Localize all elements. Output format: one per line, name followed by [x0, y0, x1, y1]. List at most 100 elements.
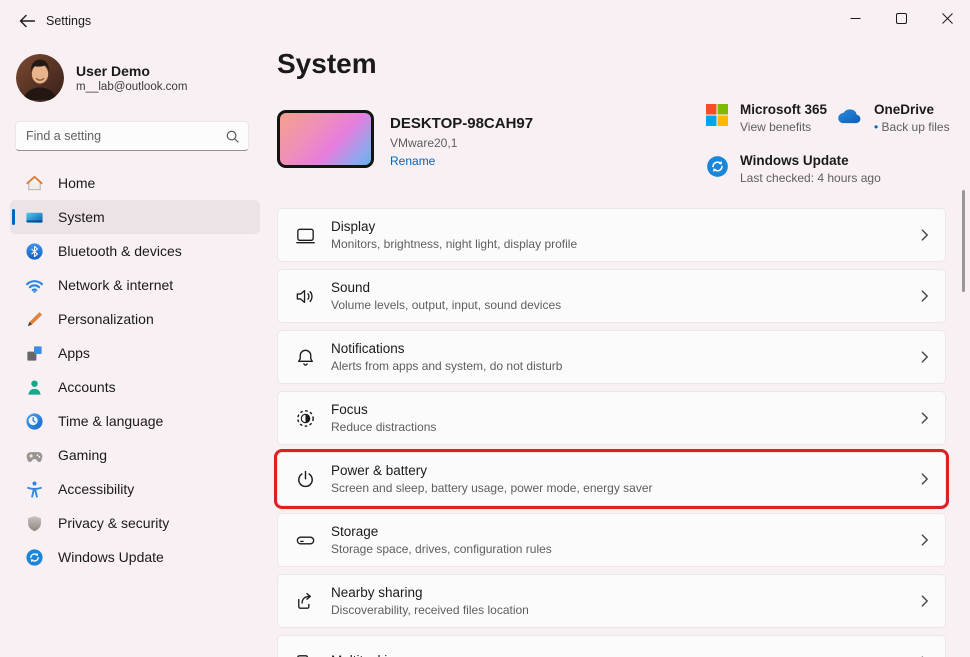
- sidebar-item-label: Windows Update: [58, 549, 164, 565]
- setting-row-storage[interactable]: Storage Storage space, drives, configura…: [277, 513, 946, 567]
- row-title: Storage: [331, 524, 552, 539]
- avatar: [16, 54, 64, 102]
- chevron-right-icon: [918, 351, 931, 364]
- nearby-sharing-icon: [292, 588, 318, 614]
- status-subtitle[interactable]: • Back up files: [874, 120, 950, 134]
- row-title: Notifications: [331, 341, 562, 356]
- user-email: m__lab@outlook.com: [76, 81, 187, 93]
- sidebar-item-gaming[interactable]: Gaming: [10, 438, 260, 472]
- sidebar-item-label: Home: [58, 175, 95, 191]
- setting-row-sound[interactable]: Sound Volume levels, output, input, soun…: [277, 269, 946, 323]
- sidebar-item-bluetooth-devices[interactable]: Bluetooth & devices: [10, 234, 260, 268]
- row-title: Sound: [331, 280, 561, 295]
- window-controls: [832, 0, 970, 36]
- onedrive-cloud-icon: [833, 104, 863, 127]
- row-subtitle: Discoverability, received files location: [331, 603, 529, 617]
- time-language-icon: [25, 412, 44, 431]
- back-arrow-icon: [19, 14, 35, 28]
- setting-row-power-battery[interactable]: Power & battery Screen and sleep, batter…: [277, 452, 946, 506]
- status-title: Microsoft 365: [740, 102, 827, 117]
- scrollbar-thumb[interactable]: [962, 190, 965, 292]
- chevron-right-icon: [918, 534, 931, 547]
- sidebar-item-label: Bluetooth & devices: [58, 243, 182, 259]
- back-button[interactable]: [10, 8, 44, 34]
- sidebar-item-label: System: [58, 209, 105, 225]
- close-button[interactable]: [924, 0, 970, 36]
- row-subtitle: Volume levels, output, input, sound devi…: [331, 298, 561, 312]
- sidebar-item-privacy-security[interactable]: Privacy & security: [10, 506, 260, 540]
- chevron-right-icon: [918, 290, 931, 303]
- setting-row-nearby-sharing[interactable]: Nearby sharing Discoverability, received…: [277, 574, 946, 628]
- sidebar-item-label: Accessibility: [58, 481, 134, 497]
- focus-icon: [292, 405, 318, 431]
- status-title: OneDrive: [874, 102, 950, 117]
- row-title: Multitasking: [331, 653, 402, 657]
- page-title: System: [277, 48, 377, 80]
- sidebar-item-windows-update[interactable]: Windows Update: [10, 540, 260, 574]
- maximize-button[interactable]: [878, 0, 924, 36]
- main-content: System DESKTOP-98CAH97 VMware20,1 Rename…: [277, 40, 970, 657]
- minimize-icon: [850, 13, 861, 24]
- home-icon: [25, 174, 44, 193]
- row-subtitle: Storage space, drives, configuration rul…: [331, 542, 552, 556]
- sidebar-item-personalization[interactable]: Personalization: [10, 302, 260, 336]
- sidebar-item-accounts[interactable]: Accounts: [10, 370, 260, 404]
- device-wallpaper-thumbnail: [277, 110, 374, 168]
- status-onedrive[interactable]: OneDrive • Back up files: [833, 102, 950, 134]
- personalization-icon: [25, 310, 44, 329]
- windows-update-status-icon: [706, 155, 729, 178]
- status-subtitle: Last checked: 4 hours ago: [740, 171, 881, 185]
- sidebar-item-network-internet[interactable]: Network & internet: [10, 268, 260, 302]
- sidebar-item-time-language[interactable]: Time & language: [10, 404, 260, 438]
- titlebar: Settings: [0, 0, 970, 40]
- sidebar-item-label: Accounts: [58, 379, 116, 395]
- search-box[interactable]: [15, 121, 249, 151]
- status-subtitle[interactable]: View benefits: [740, 120, 827, 134]
- accessibility-icon: [25, 480, 44, 499]
- row-subtitle: Alerts from apps and system, do not dist…: [331, 359, 562, 373]
- chevron-right-icon: [918, 229, 931, 242]
- maximize-icon: [896, 13, 907, 24]
- multitasking-icon: [292, 649, 318, 657]
- setting-row-display[interactable]: Display Monitors, brightness, night ligh…: [277, 208, 946, 262]
- setting-row-notifications[interactable]: Notifications Alerts from apps and syste…: [277, 330, 946, 384]
- sidebar-item-system[interactable]: System: [10, 200, 260, 234]
- row-title: Display: [331, 219, 577, 234]
- sidebar-item-apps[interactable]: Apps: [10, 336, 260, 370]
- windows-update-icon: [25, 548, 44, 567]
- chevron-right-icon: [918, 595, 931, 608]
- sidebar: User Demo m__lab@outlook.com Home System: [0, 40, 270, 657]
- network-icon: [25, 276, 44, 295]
- sidebar-item-label: Time & language: [58, 413, 163, 429]
- sidebar-nav: Home System Bluetooth & devices Network …: [10, 166, 260, 574]
- sidebar-item-accessibility[interactable]: Accessibility: [10, 472, 260, 506]
- row-title: Power & battery: [331, 463, 653, 478]
- rename-link[interactable]: Rename: [390, 154, 533, 168]
- sidebar-item-label: Privacy & security: [58, 515, 169, 531]
- user-name: User Demo: [76, 63, 187, 79]
- system-icon: [25, 208, 44, 227]
- notifications-icon: [292, 344, 318, 370]
- sidebar-item-home[interactable]: Home: [10, 166, 260, 200]
- power-battery-icon: [292, 466, 318, 492]
- sound-icon: [292, 283, 318, 309]
- status-windows-update[interactable]: Windows Update Last checked: 4 hours ago: [706, 153, 881, 185]
- minimize-button[interactable]: [832, 0, 878, 36]
- user-profile[interactable]: User Demo m__lab@outlook.com: [16, 54, 270, 102]
- setting-row-multitasking[interactable]: Multitasking: [277, 635, 946, 657]
- sidebar-item-label: Network & internet: [58, 277, 173, 293]
- setting-row-focus[interactable]: Focus Reduce distractions: [277, 391, 946, 445]
- status-microsoft-365[interactable]: Microsoft 365 View benefits: [706, 102, 827, 134]
- search-icon: [225, 129, 240, 144]
- status-title: Windows Update: [740, 153, 881, 168]
- row-subtitle: Monitors, brightness, night light, displ…: [331, 237, 577, 251]
- search-input[interactable]: [26, 129, 225, 143]
- row-subtitle: Screen and sleep, battery usage, power m…: [331, 481, 653, 495]
- device-name: DESKTOP-98CAH97: [390, 115, 533, 132]
- row-title: Nearby sharing: [331, 585, 529, 600]
- gaming-icon: [25, 446, 44, 465]
- row-subtitle: Reduce distractions: [331, 420, 436, 434]
- chevron-right-icon: [918, 412, 931, 425]
- chevron-right-icon: [918, 473, 931, 486]
- display-icon: [292, 222, 318, 248]
